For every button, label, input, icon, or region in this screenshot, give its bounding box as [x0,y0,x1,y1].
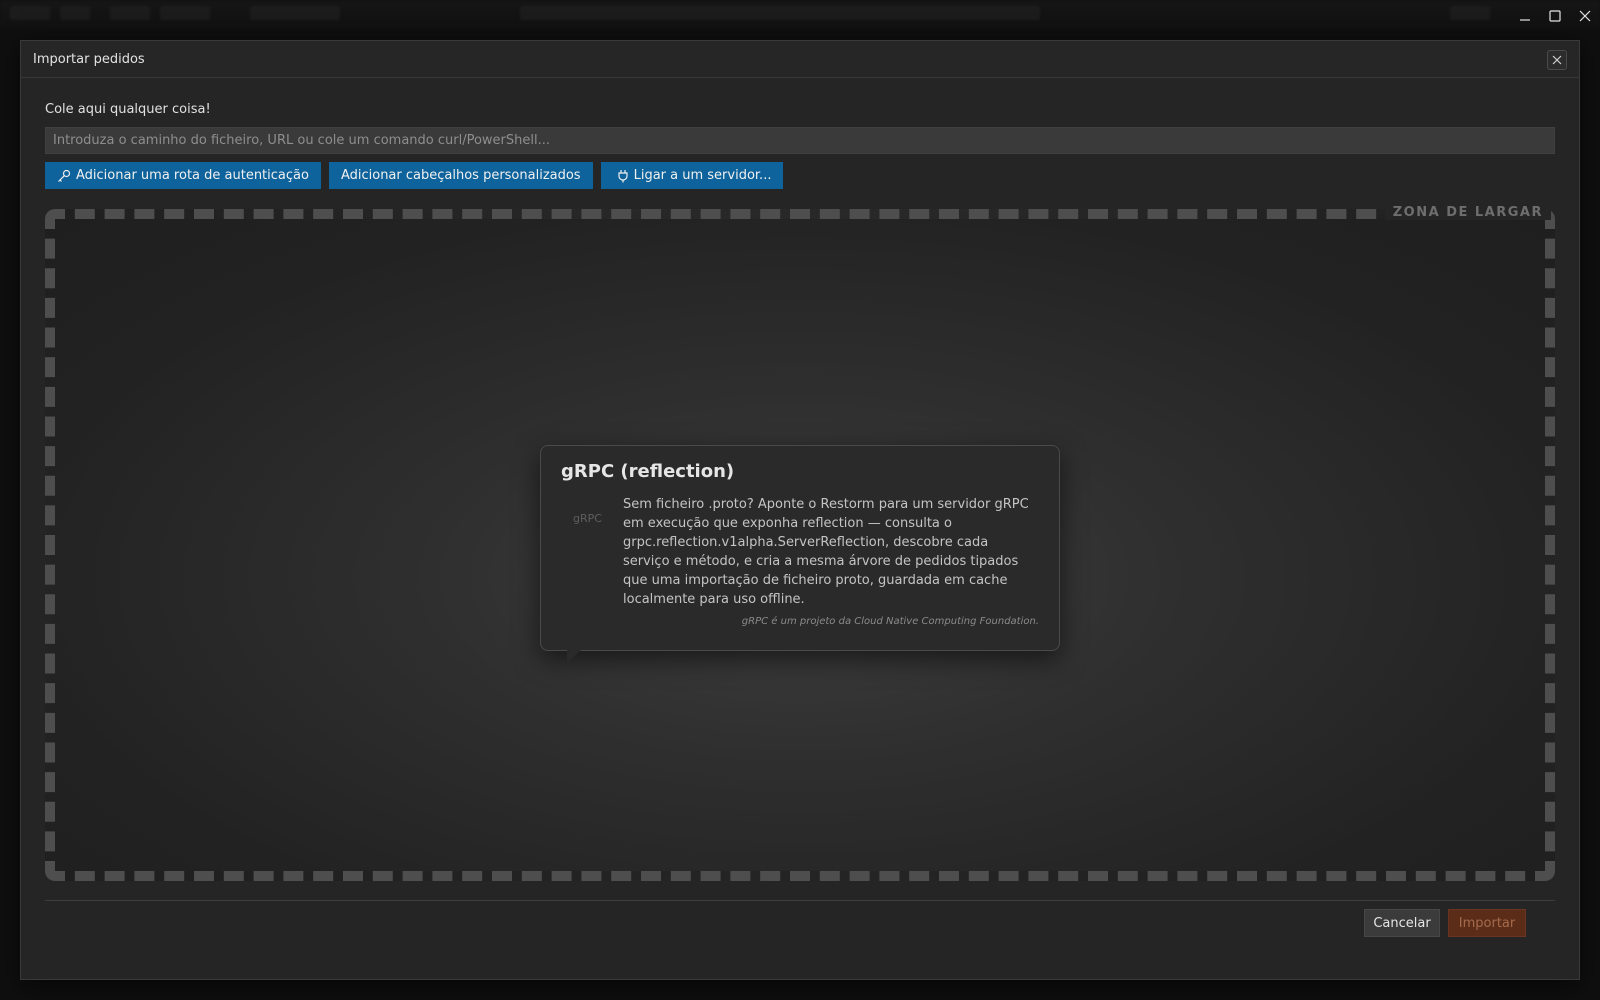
blurred-app-toolbar [0,0,1600,30]
plug-icon [617,169,628,182]
import-requests-dialog: Importar pedidos Cole aqui qualquer cois… [20,40,1580,980]
dialog-close-button[interactable] [1547,50,1567,70]
import-button[interactable]: Importar [1448,909,1526,937]
grpc-info-card: gRPC (reflection) gRPC Sem ficheiro .pro… [540,445,1060,663]
add-custom-headers-button[interactable]: Adicionar cabeçalhos personalizados [328,162,593,189]
blurred-toolbar-item [1450,6,1490,20]
dialog-title: Importar pedidos [33,51,145,67]
add-auth-route-button[interactable]: Adicionar uma rota de autenticação [45,162,321,189]
blurred-toolbar-item [160,6,210,20]
add-custom-headers-label: Adicionar cabeçalhos personalizados [340,168,581,183]
maximize-window-button[interactable] [1540,0,1570,32]
drop-zone-label: ZONA DE LARGAR [1384,205,1551,220]
close-icon [1579,10,1591,22]
dialog-header: Importar pedidos [21,41,1579,78]
blurred-toolbar-item [250,6,340,20]
key-icon [58,169,71,182]
blurred-toolbar-search [520,6,1040,20]
path-url-input[interactable] [45,127,1555,154]
minimize-icon [1520,19,1530,21]
grpc-logo: gRPC [573,512,602,525]
import-options-row: Adicionar uma rota de autenticação Adici… [45,162,784,189]
minimize-window-button[interactable] [1510,0,1540,32]
info-card-footnote: gRPC é um projeto da Cloud Native Comput… [741,616,1039,627]
window-controls [1510,0,1600,32]
cancel-button[interactable]: Cancelar [1364,909,1440,937]
speech-bubble-tail [567,650,581,663]
connect-server-button[interactable]: Ligar a um servidor... [600,162,784,189]
connect-server-label: Ligar a um servidor... [633,168,772,183]
maximize-icon [1549,10,1561,22]
close-icon [1552,55,1562,65]
blurred-toolbar-item [10,6,50,20]
info-card-title: gRPC (reflection) [561,461,735,482]
blurred-toolbar-item [60,6,90,20]
info-card-description: Sem ficheiro .proto? Aponte o Restorm pa… [623,497,1029,607]
add-auth-route-label: Adicionar uma rota de autenticação [76,168,309,183]
paste-label: Cole aqui qualquer coisa! [45,102,211,117]
blurred-toolbar-item [110,6,150,20]
footer-divider [45,900,1555,901]
close-window-button[interactable] [1570,0,1600,32]
